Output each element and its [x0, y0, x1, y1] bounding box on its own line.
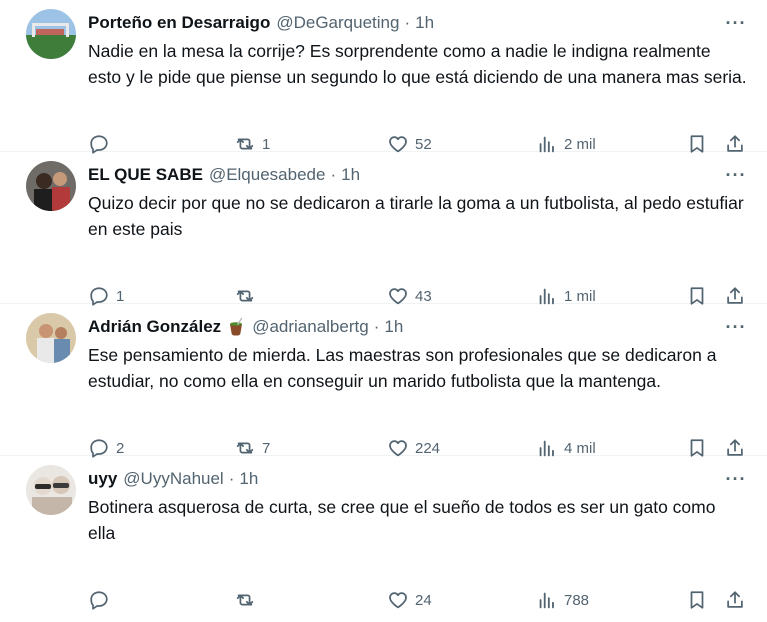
avatar[interactable] — [26, 9, 76, 59]
tweet[interactable]: uyy @UyyNahuel · 1h ··· Botinera asquero… — [0, 456, 767, 610]
more-options-icon[interactable]: ··· — [723, 11, 749, 35]
separator: · — [330, 165, 337, 184]
separator: · — [373, 317, 380, 336]
retweet-button[interactable] — [234, 587, 262, 613]
mate-emoji-icon — [230, 317, 243, 336]
like-count: 224 — [415, 439, 441, 457]
more-options-icon[interactable]: ··· — [723, 315, 749, 339]
timestamp[interactable]: 1h — [341, 165, 360, 185]
more-options-icon[interactable]: ··· — [723, 163, 749, 187]
author-handle[interactable]: @UyyNahuel — [123, 469, 223, 489]
author-name[interactable]: uyy — [88, 469, 117, 489]
share-icon — [727, 591, 743, 608]
tweet-header: uyy @UyyNahuel · 1h ··· — [88, 467, 749, 491]
author-name[interactable]: EL QUE SABE — [88, 165, 203, 185]
avatar[interactable] — [26, 161, 76, 211]
separator: · — [404, 13, 411, 32]
more-options-icon[interactable]: ··· — [723, 467, 749, 491]
share-button[interactable] — [724, 587, 746, 613]
like-count: 52 — [415, 135, 432, 153]
views-icon — [539, 592, 554, 609]
timestamp[interactable]: 1h — [239, 469, 258, 489]
views-button[interactable]: 788 — [536, 587, 589, 613]
retweet-icon — [236, 594, 254, 606]
author-handle[interactable]: @adrianalbertg — [252, 317, 369, 337]
tweet-header: EL QUE SABE @Elquesabede · 1h ··· — [88, 163, 749, 187]
heart-icon — [389, 592, 407, 609]
reply-count: 2 — [116, 439, 125, 457]
tweet-actions: 24 788 — [88, 587, 749, 613]
tweet-text: Quizo decir por que no se dedicaron a ti… — [88, 193, 744, 239]
tweet[interactable]: EL QUE SABE @Elquesabede · 1h ··· Quizo … — [0, 152, 767, 306]
author-handle[interactable]: @DeGarqueting — [276, 13, 399, 33]
retweet-count: 7 — [262, 439, 271, 457]
like-count: 43 — [415, 287, 432, 305]
timestamp[interactable]: 1h — [415, 13, 434, 33]
tweet-header: Porteño en Desarraigo @DeGarqueting · 1h… — [88, 11, 749, 35]
separator: · — [228, 469, 235, 488]
view-count: 1 mil — [564, 287, 596, 305]
like-count: 24 — [415, 591, 432, 609]
reply-count: 1 — [116, 287, 125, 305]
timestamp[interactable]: 1h — [384, 317, 403, 337]
tweet[interactable]: Porteño en Desarraigo @DeGarqueting · 1h… — [0, 0, 767, 154]
author-handle[interactable]: @Elquesabede — [209, 165, 326, 185]
view-count: 2 mil — [564, 135, 596, 153]
tweet[interactable]: Adrián González @adrianalbertg · 1h ··· … — [0, 304, 767, 458]
reply-button[interactable] — [88, 587, 116, 613]
retweet-count: 1 — [262, 135, 271, 153]
author-name[interactable]: Adrián González — [88, 317, 221, 337]
tweet-text: Ese pensamiento de mierda. Las maestras … — [88, 345, 717, 391]
reply-icon — [90, 591, 108, 610]
author-name[interactable]: Porteño en Desarraigo — [88, 13, 270, 33]
view-count: 788 — [564, 591, 590, 609]
bookmark-button[interactable] — [686, 587, 708, 613]
bookmark-icon — [690, 591, 704, 609]
tweet-header: Adrián González @adrianalbertg · 1h ··· — [88, 315, 749, 339]
tweet-text: Botinera asquerosa de curta, se cree que… — [88, 497, 716, 543]
avatar[interactable] — [26, 465, 76, 515]
reply-feed: Porteño en Desarraigo @DeGarqueting · 1h… — [0, 0, 767, 610]
avatar[interactable] — [26, 313, 76, 363]
view-count: 4 mil — [564, 439, 596, 457]
tweet-text: Nadie en la mesa la corrije? Es sorprend… — [88, 41, 747, 87]
like-button[interactable]: 24 — [387, 587, 432, 613]
